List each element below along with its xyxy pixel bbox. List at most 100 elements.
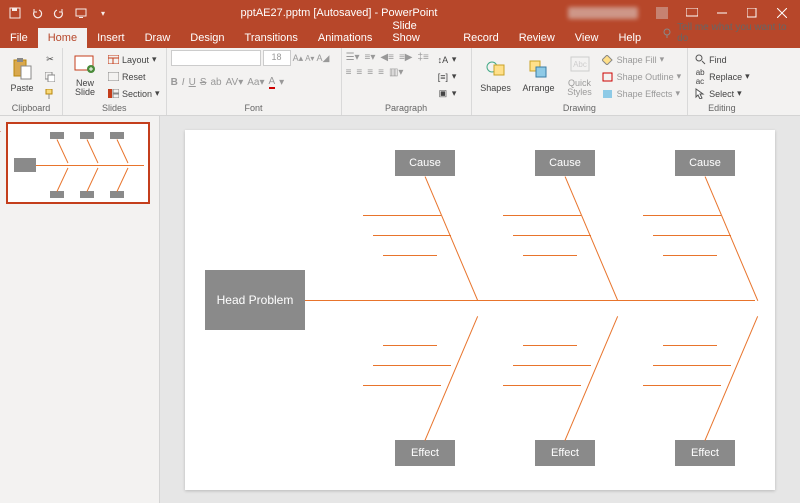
qat-dropdown-icon[interactable]: ▾ [96,6,110,20]
smartart-button[interactable]: ▣▾ [435,86,459,101]
bold-button[interactable]: B [171,77,178,88]
rib[interactable] [503,215,581,216]
new-slide-label: New Slide [75,79,95,97]
bone-top-2[interactable] [564,176,618,301]
align-center-icon[interactable]: ≡ [356,67,362,78]
tab-insert[interactable]: Insert [87,28,135,48]
rib[interactable] [643,385,721,386]
quick-styles-button[interactable]: Abc Quick Styles [562,50,598,100]
tab-slideshow[interactable]: Slide Show [382,16,453,48]
save-icon[interactable] [8,6,22,20]
cause-box-3[interactable]: Cause [675,150,735,176]
effect-box-3[interactable]: Effect [675,440,735,466]
clear-format-icon[interactable]: A◢ [316,53,329,64]
start-from-beginning-icon[interactable] [74,6,88,20]
shape-outline-button[interactable]: Shape Outline ▾ [600,69,684,84]
shapes-button[interactable]: Shapes [476,50,516,100]
tab-view[interactable]: View [565,28,609,48]
redo-icon[interactable] [52,6,66,20]
rib[interactable] [383,345,437,346]
new-slide-button[interactable]: New Slide [67,50,103,100]
change-case-button[interactable]: Aa▾ [247,77,264,88]
paste-button[interactable]: Paste [4,50,40,100]
shape-effects-button[interactable]: Shape Effects ▾ [600,86,684,101]
cause-box-1[interactable]: Cause [395,150,455,176]
rib[interactable] [383,255,437,256]
shadow-button[interactable]: ab [210,77,221,88]
bone-bot-2[interactable] [564,316,618,441]
tab-file[interactable]: File [0,28,38,48]
font-name-input[interactable] [171,50,261,66]
rib[interactable] [363,215,441,216]
tab-draw[interactable]: Draw [135,28,181,48]
rib[interactable] [653,365,731,366]
section-button[interactable]: Section ▾ [105,86,162,101]
indent-left-icon[interactable]: ◀≡ [380,52,394,63]
rib[interactable] [373,365,451,366]
rib[interactable] [363,385,441,386]
underline-button[interactable]: U [189,77,196,88]
section-icon [107,88,119,100]
effect-box-2[interactable]: Effect [535,440,595,466]
rib[interactable] [503,385,581,386]
numbering-icon[interactable]: ≡▾ [365,52,376,63]
fishbone-head[interactable]: Head Problem [205,270,305,330]
strike-button[interactable]: S [200,77,207,88]
tab-design[interactable]: Design [180,28,234,48]
font-size-input[interactable]: 18 [263,50,291,66]
bone-top-3[interactable] [704,176,758,301]
layout-button[interactable]: Layout ▾ [105,52,162,67]
slide-canvas[interactable]: Head Problem Cause Cause Cause Effect Ef… [185,130,775,490]
fishbone-spine[interactable] [305,300,755,302]
text-direction-button[interactable]: ↕A▾ [435,52,459,67]
italic-button[interactable]: I [182,77,185,88]
find-button[interactable]: Find [692,52,752,67]
rib[interactable] [373,235,451,236]
bullets-icon[interactable]: ☰▾ [346,52,360,63]
rib[interactable] [663,255,717,256]
copy-button[interactable] [42,69,58,84]
justify-icon[interactable]: ≡ [378,67,384,78]
tab-animations[interactable]: Animations [308,28,382,48]
columns-icon[interactable]: ▥▾ [389,67,403,78]
undo-icon[interactable] [30,6,44,20]
replace-button[interactable]: abacReplace ▾ [692,69,752,84]
tab-transitions[interactable]: Transitions [235,28,308,48]
align-right-icon[interactable]: ≡ [367,67,373,78]
align-text-button[interactable]: [≡]▾ [435,69,459,84]
tab-review[interactable]: Review [509,28,565,48]
reset-button[interactable]: Reset [105,69,162,84]
bone-bot-1[interactable] [424,316,478,441]
align-left-icon[interactable]: ≡ [346,67,352,78]
shape-fill-button[interactable]: Shape Fill ▾ [600,52,684,67]
arrange-button[interactable]: Arrange [518,50,560,100]
bone-bot-3[interactable] [704,316,758,441]
rib[interactable] [523,255,577,256]
tell-me[interactable]: Tell me what you want to do [651,18,800,48]
tab-record[interactable]: Record [453,28,508,48]
rib[interactable] [663,345,717,346]
increase-font-icon[interactable]: A▴ [293,53,304,64]
font-color-button[interactable]: A [269,76,276,89]
line-spacing-icon[interactable]: ‡≡ [417,52,428,63]
spacing-button[interactable]: AV▾ [226,77,244,88]
tell-me-label: Tell me what you want to do [677,22,790,44]
format-painter-button[interactable] [42,86,58,101]
account-name[interactable] [568,7,638,19]
rib[interactable] [523,345,577,346]
decrease-font-icon[interactable]: A▾ [305,54,314,63]
rib[interactable] [643,215,721,216]
rib[interactable] [513,235,591,236]
select-button[interactable]: Select ▾ [692,86,752,101]
tab-home[interactable]: Home [38,28,87,48]
tab-help[interactable]: Help [608,28,651,48]
effect-box-1[interactable]: Effect [395,440,455,466]
slide-editor[interactable]: Head Problem Cause Cause Cause Effect Ef… [160,116,800,503]
indent-right-icon[interactable]: ≡▶ [399,52,413,63]
cause-box-2[interactable]: Cause [535,150,595,176]
bone-top-1[interactable] [424,176,478,301]
rib[interactable] [653,235,731,236]
cut-button[interactable]: ✂ [42,52,58,67]
slide-thumbnail-1[interactable]: 1 [6,122,150,204]
rib[interactable] [513,365,591,366]
